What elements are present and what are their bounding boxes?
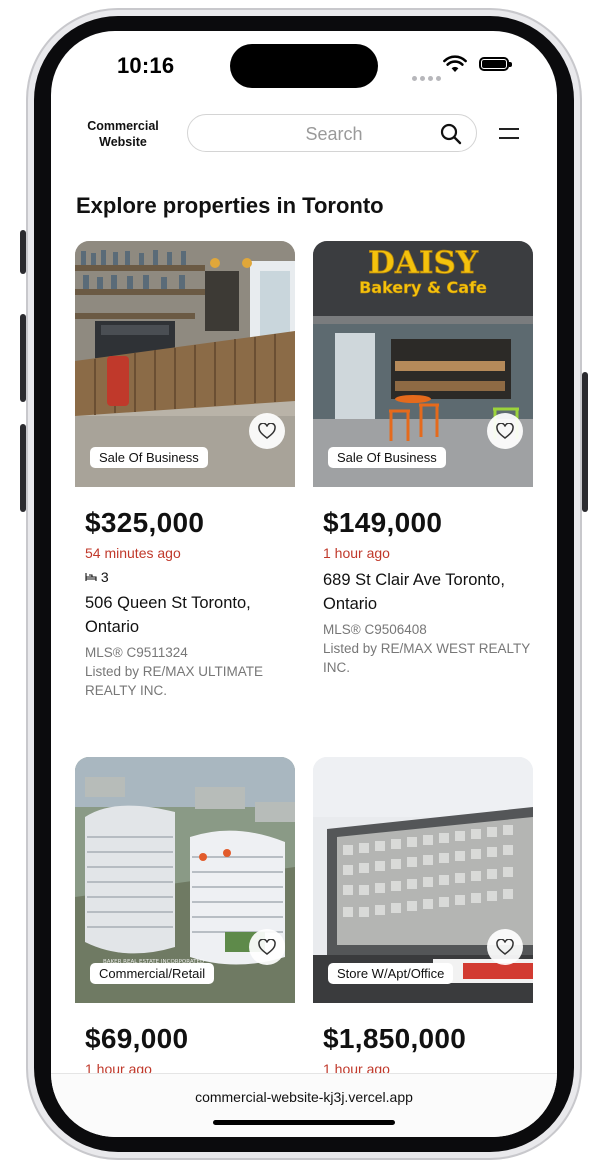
status-time: 10:16 (117, 53, 175, 78)
bedroom-count: 3 (85, 569, 109, 585)
browser-address-bar[interactable]: commercial-website-kj3j.vercel.app (51, 1073, 557, 1137)
listing-price: $1,850,000 (323, 1023, 467, 1054)
page-title: Explore properties in Toronto (76, 193, 384, 218)
search-input[interactable] (188, 115, 480, 153)
power-button (582, 372, 588, 512)
favorite-button[interactable] (249, 413, 285, 449)
bedroom-count-value: 3 (100, 569, 109, 585)
heart-icon (496, 423, 514, 439)
search-icon[interactable] (440, 123, 462, 145)
listing-price: $69,000 (85, 1023, 189, 1054)
listing-address[interactable]: 689 St Clair Ave Toronto, Ontario (323, 568, 528, 616)
wifi-icon (443, 55, 467, 72)
listing-type-badge: Commercial/Retail (90, 963, 215, 984)
listing-posted-time: 1 hour ago (323, 545, 390, 561)
listing-card[interactable]: Sale Of Business $325,000 54 minutes ago… (75, 241, 295, 721)
listing-mls: MLS® C9511324 (85, 645, 188, 660)
site-header: Commercial Website (51, 101, 557, 181)
listing-mls: MLS® C9506408 (323, 622, 427, 637)
listing-card[interactable]: DAISY Bakery & Cafe Sale Of Business $14… (313, 241, 533, 721)
listing-broker: Listed by RE/MAX WEST REALTY INC. (323, 641, 531, 675)
heart-icon (496, 939, 514, 955)
listing-photo-building-facade[interactable]: Store W/Apt/Office (313, 757, 533, 1003)
favorite-button[interactable] (487, 413, 523, 449)
listing-type-badge: Store W/Apt/Office (328, 963, 454, 984)
home-indicator[interactable] (213, 1120, 395, 1125)
url-text[interactable]: commercial-website-kj3j.vercel.app (51, 1089, 557, 1105)
volume-down-button (20, 424, 26, 512)
battery-icon (479, 57, 512, 71)
main-content: Explore properties in Toronto Sale Of Bu… (51, 181, 557, 1077)
listing-price: $149,000 (323, 507, 443, 538)
listing-photo-cafe-interior[interactable]: Sale Of Business (75, 241, 295, 487)
listing-address[interactable]: 506 Queen St Toronto, Ontario (85, 591, 290, 639)
listing-type-badge: Sale Of Business (328, 447, 446, 468)
search-box[interactable] (187, 114, 480, 153)
storefront-sign-subtitle: Bakery & Cafe (359, 278, 487, 297)
listing-card[interactable]: Store W/Apt/Office $1,850,000 1 hour ago (313, 757, 533, 1077)
storefront-sign-title: DAISY (368, 245, 479, 281)
site-logo[interactable]: Commercial Website (78, 118, 168, 150)
listing-photo-office-towers[interactable]: BAKER REAL ESTATE INCORPORATED Commercia… (75, 757, 295, 1003)
listing-posted-time: 54 minutes ago (85, 545, 181, 561)
signal-icon (412, 68, 444, 86)
heart-icon (258, 423, 276, 439)
dynamic-island (230, 44, 378, 88)
favorite-button[interactable] (249, 929, 285, 965)
hamburger-menu-icon[interactable] (499, 126, 519, 140)
listing-card[interactable]: BAKER REAL ESTATE INCORPORATED Commercia… (75, 757, 295, 1077)
favorite-button[interactable] (487, 929, 523, 965)
action-button (20, 230, 26, 274)
screen: 10:16 Commercial Website Explore propert… (51, 31, 557, 1137)
status-bar: 10:16 (51, 31, 557, 101)
listing-photo-bakery-storefront[interactable]: DAISY Bakery & Cafe Sale Of Business (313, 241, 533, 487)
heart-icon (258, 939, 276, 955)
listing-price: $325,000 (85, 507, 205, 538)
listing-type-badge: Sale Of Business (90, 447, 208, 468)
bed-icon (85, 573, 97, 581)
listing-broker: Listed by RE/MAX ULTIMATE REALTY INC. (85, 664, 264, 698)
volume-up-button (20, 314, 26, 402)
